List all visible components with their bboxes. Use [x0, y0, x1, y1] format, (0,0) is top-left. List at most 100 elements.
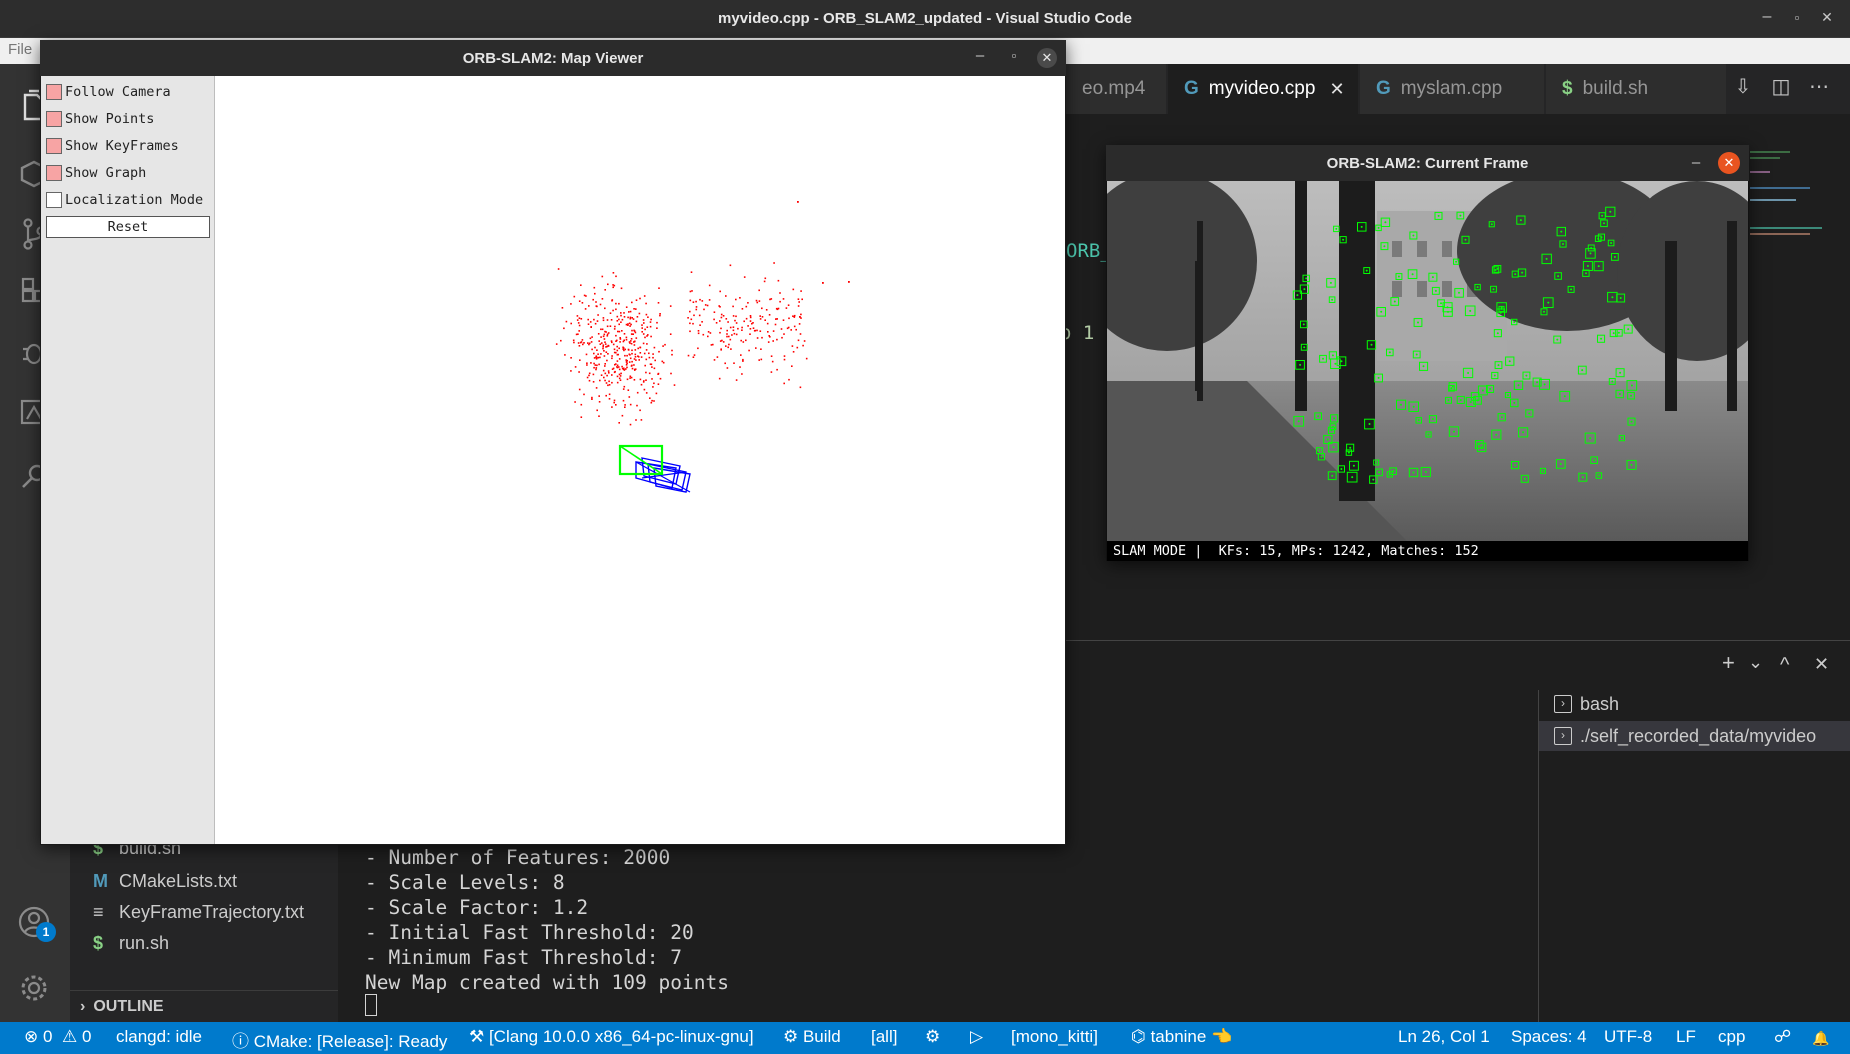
checkbox-box[interactable] — [46, 111, 62, 127]
maximize-panel-button[interactable]: ^ — [1780, 654, 1789, 677]
tab-video[interactable]: eo.mp4 — [1066, 64, 1166, 114]
outline-section-header[interactable]: › OUTLINE — [70, 990, 338, 1022]
feedback-icon[interactable]: ☍ — [1774, 1027, 1791, 1047]
checkbox-box[interactable] — [46, 165, 62, 181]
feature-point — [1559, 463, 1562, 465]
terminal-icon: › — [1554, 727, 1572, 745]
close-icon[interactable]: ✕ — [1329, 79, 1344, 100]
map-point — [761, 336, 763, 339]
open-changes-icon[interactable]: ⇩ — [1728, 74, 1758, 99]
map-point — [719, 340, 722, 342]
localization-mode-checkbox[interactable]: Localization Mode — [46, 189, 203, 211]
status-run-icon[interactable]: ▷ — [970, 1027, 983, 1047]
close-panel-button[interactable]: ✕ — [1814, 654, 1829, 675]
split-editor-icon[interactable]: ◫ — [1766, 74, 1796, 99]
shell-file-icon: $ — [1562, 78, 1573, 99]
map-point — [630, 338, 633, 340]
close-icon[interactable]: ✕ — [1037, 48, 1057, 68]
status-clangd[interactable]: clangd: idle — [116, 1027, 202, 1047]
status-warnings[interactable]: ⚠ 0 — [62, 1027, 91, 1047]
feature-point — [1496, 332, 1499, 335]
terminal-dropdown-button[interactable]: ⌄ — [1748, 652, 1763, 673]
map-point — [664, 343, 666, 346]
map-point — [792, 351, 795, 353]
file-cmakelists[interactable]: M CMakeLists.txt — [93, 866, 237, 896]
status-encoding[interactable]: UTF-8 — [1604, 1027, 1652, 1047]
map-point — [719, 306, 721, 308]
status-cmake[interactable]: ⓘ CMake: [Release]: Ready — [232, 1027, 447, 1052]
feature-point — [1536, 381, 1539, 384]
map-point — [782, 298, 785, 300]
checkbox-box[interactable] — [46, 138, 62, 154]
status-debug-icon[interactable]: ⚙ — [925, 1027, 940, 1047]
map-3d-view[interactable] — [216, 76, 1065, 844]
terminal-output-line: New Map created with 109 points — [365, 971, 729, 994]
status-target[interactable]: [all] — [871, 1027, 897, 1047]
map-viewer-titlebar[interactable]: ORB-SLAM2: Map Viewer — [40, 40, 1066, 76]
map-point — [583, 294, 586, 297]
current-frame-titlebar[interactable]: ORB-SLAM2: Current Frame — [1106, 145, 1749, 181]
map-point — [570, 370, 572, 372]
map-point — [632, 333, 634, 335]
map-point — [719, 290, 721, 293]
status-launch-target[interactable]: [mono_kitti] — [1011, 1027, 1098, 1047]
tab-myvideo-cpp[interactable]: G myvideo.cpp ✕ — [1168, 64, 1358, 114]
status-build-button[interactable]: ⚙ Build — [783, 1027, 841, 1047]
file-keyframetrajectory[interactable]: ≡ KeyFrameTrajectory.txt — [93, 897, 304, 927]
map-point — [607, 283, 609, 286]
status-kit[interactable]: ⚒ [Clang 10.0.0 x86_64-pc-linux-gnu] — [469, 1027, 754, 1047]
menu-file[interactable]: File — [8, 41, 32, 58]
close-icon[interactable]: ✕ — [1718, 152, 1740, 174]
map-point — [630, 342, 633, 345]
map-point — [651, 378, 653, 380]
file-run-sh[interactable]: $ run.sh — [93, 928, 169, 958]
terminal-cursor[interactable] — [365, 994, 377, 1016]
status-errors[interactable]: ⊗ 0 — [24, 1027, 52, 1047]
tab-myslam-cpp[interactable]: G myslam.cpp — [1360, 64, 1544, 114]
map-point — [718, 377, 721, 380]
map-point — [570, 322, 572, 325]
show-graph-checkbox[interactable]: Show Graph — [46, 162, 146, 184]
minimize-button[interactable]: – — [970, 47, 990, 64]
map-point — [623, 349, 625, 352]
maximize-button[interactable]: ▫ — [1786, 10, 1808, 25]
map-point — [618, 368, 621, 371]
status-tabnine[interactable]: ⌬ tabnine 👈 — [1131, 1027, 1232, 1047]
map-point — [692, 356, 695, 358]
feature-point — [1514, 464, 1517, 467]
terminal-session-myvideo[interactable]: › ./self_recorded_data/myvideo — [1539, 721, 1850, 751]
status-eol[interactable]: LF — [1676, 1027, 1696, 1047]
notifications-bell-icon[interactable]: 🔔 — [1812, 1030, 1829, 1047]
minimize-button[interactable]: – — [1756, 8, 1778, 26]
follow-camera-checkbox[interactable]: Follow Camera — [46, 81, 171, 103]
status-indentation[interactable]: Spaces: 4 — [1511, 1027, 1587, 1047]
map-point — [692, 322, 694, 325]
feature-point — [1368, 423, 1371, 425]
feature-point — [1437, 214, 1440, 217]
reset-button[interactable]: Reset — [46, 216, 210, 238]
new-terminal-button[interactable]: + — [1722, 650, 1735, 676]
show-points-checkbox[interactable]: Show Points — [46, 108, 154, 130]
map-point — [657, 372, 660, 375]
maximize-button[interactable]: ▫ — [1004, 48, 1024, 63]
map-point — [587, 323, 590, 325]
map-point — [602, 335, 605, 338]
checkbox-box[interactable] — [46, 84, 62, 100]
more-actions-icon[interactable]: ⋯ — [1804, 74, 1834, 99]
map-point — [728, 343, 730, 346]
status-cursor-position[interactable]: Ln 26, Col 1 — [1398, 1027, 1490, 1047]
feature-point — [1459, 214, 1462, 217]
close-window-button[interactable]: ✕ — [1816, 9, 1838, 26]
map-point — [733, 332, 736, 335]
map-point — [608, 372, 610, 374]
checkbox-box[interactable] — [46, 192, 62, 208]
show-keyframes-checkbox[interactable]: Show KeyFrames — [46, 135, 179, 157]
minimize-button[interactable]: – — [1686, 154, 1706, 171]
minimap[interactable] — [1750, 148, 1830, 248]
tab-build-sh[interactable]: $ build.sh — [1546, 64, 1726, 114]
status-language[interactable]: cpp — [1718, 1027, 1745, 1047]
settings-gear-icon[interactable] — [14, 968, 54, 1008]
map-point — [611, 406, 613, 408]
terminal-session-bash[interactable]: › bash — [1554, 689, 1619, 719]
map-point — [605, 394, 607, 397]
